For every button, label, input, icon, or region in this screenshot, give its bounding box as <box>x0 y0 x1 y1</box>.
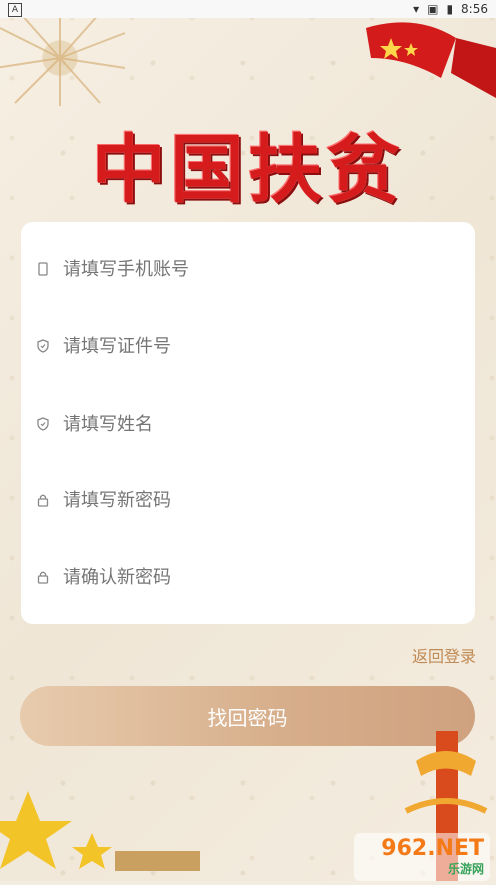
wifi-icon: ▾ <box>413 2 420 16</box>
watermark: 962.NET 乐游网 <box>354 833 490 881</box>
form-card <box>21 222 475 624</box>
id-number-input[interactable] <box>61 334 456 358</box>
name-field[interactable] <box>36 404 456 444</box>
new-password-field[interactable] <box>36 480 456 520</box>
star-icon <box>0 791 205 871</box>
back-to-login-link[interactable]: 返回登录 <box>412 643 476 667</box>
clock: 8:56 <box>461 2 488 16</box>
status-left: A <box>8 1 22 17</box>
notification-icon: A <box>8 3 22 17</box>
name-input[interactable] <box>61 412 456 436</box>
id-number-field[interactable] <box>36 326 456 366</box>
confirm-password-input[interactable] <box>61 565 456 589</box>
firework-icon <box>0 10 126 106</box>
status-right: ▾ ▣ ▮ 8:56 <box>413 2 488 16</box>
watermark-top: 962.NET <box>381 835 484 861</box>
phone-field[interactable] <box>36 249 456 289</box>
firework-decoration <box>0 8 130 108</box>
page-title: 中国扶贫 <box>92 127 404 213</box>
stars-decoration <box>0 751 205 871</box>
lock-icon <box>36 569 49 585</box>
lantern-icon <box>366 22 496 98</box>
new-password-input[interactable] <box>61 488 456 512</box>
confirm-password-field[interactable] <box>36 557 456 597</box>
no-sim-icon: ▣ <box>427 2 439 16</box>
red-lantern-decoration <box>356 18 496 98</box>
shield-icon <box>36 338 49 354</box>
phone-input[interactable] <box>61 257 456 281</box>
watermark-bottom: 乐游网 <box>447 861 484 876</box>
shield-icon <box>36 416 49 432</box>
lock-icon <box>36 492 49 508</box>
battery-icon: ▮ <box>446 2 454 16</box>
status-bar: A ▾ ▣ ▮ 8:56 <box>0 0 496 18</box>
phone-icon <box>36 261 49 277</box>
